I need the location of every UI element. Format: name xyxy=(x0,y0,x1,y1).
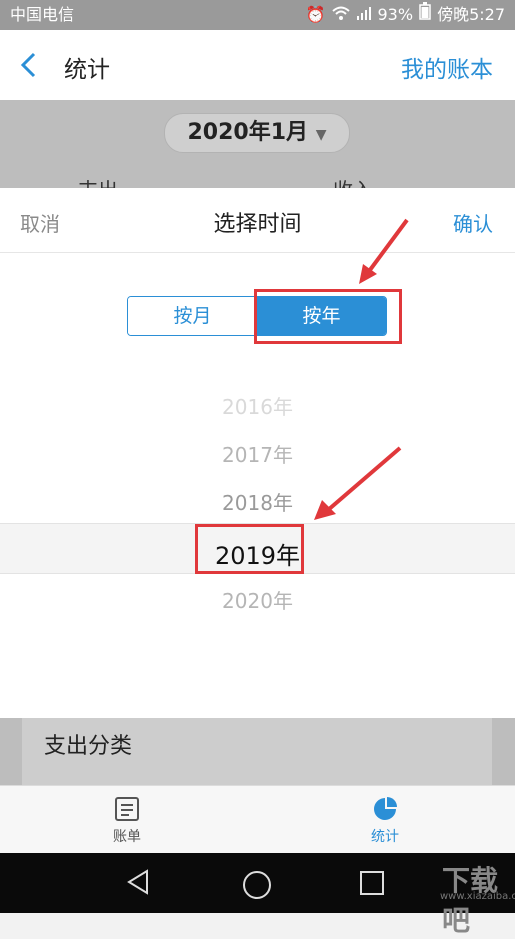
time-picker-sheet: 取消 选择时间 确认 按月 按年 2016年 2017年 2018年 2019年… xyxy=(0,188,515,718)
year-option[interactable]: 2020年 xyxy=(0,585,515,614)
tab-statistics[interactable]: 统计 xyxy=(345,796,425,846)
year-option[interactable]: 2018年 xyxy=(0,487,515,516)
carrier-label: 中国电信 xyxy=(10,5,75,24)
chevron-down-icon: ▼ xyxy=(315,127,327,143)
background-card-area: 支出分类 xyxy=(0,718,515,785)
sheet-title: 选择时间 xyxy=(213,212,302,237)
status-bar: 中国电信 ⏰ 93% 傍晚5:27 xyxy=(0,0,515,30)
background-content: 2020年1月 ▼ 支出 收入 xyxy=(0,100,515,190)
year-option[interactable]: 2017年 xyxy=(0,439,515,468)
back-icon[interactable] xyxy=(18,50,48,80)
wifi-icon xyxy=(331,0,350,30)
tab-bill-label: 账单 xyxy=(113,829,141,845)
nav-back-icon[interactable] xyxy=(125,868,151,900)
nav-recents-icon[interactable] xyxy=(360,871,384,895)
time-label: 傍晚5:27 xyxy=(437,5,505,24)
system-nav-bar: 下载吧 www.xiazaiba.com xyxy=(0,853,515,937)
app-header: 统计 我的账本 xyxy=(0,30,515,100)
tab-bill[interactable]: 账单 xyxy=(87,796,167,846)
alarm-icon: ⏰ xyxy=(305,5,326,24)
month-selector: 2020年1月 ▼ xyxy=(164,113,350,153)
segment-by-month[interactable]: 按月 xyxy=(128,297,257,335)
year-option[interactable]: 2016年 xyxy=(0,391,515,420)
status-right: ⏰ 93% 傍晚5:27 xyxy=(306,0,505,30)
tab-statistics-label: 统计 xyxy=(371,829,399,845)
nav-home-icon[interactable] xyxy=(243,871,271,899)
confirm-button[interactable]: 确认 xyxy=(453,208,493,237)
battery-icon xyxy=(419,0,431,30)
pie-chart-icon xyxy=(345,796,425,826)
expense-category-title: 支出分类 xyxy=(44,734,133,759)
highlight-box-by-year xyxy=(254,289,402,344)
watermark-url: www.xiazaiba.com xyxy=(440,891,515,902)
month-selector-label: 2020年1月 xyxy=(187,120,309,145)
sheet-toolbar: 取消 选择时间 确认 xyxy=(0,188,515,253)
bill-icon xyxy=(87,796,167,826)
highlight-box-selected-year xyxy=(195,524,304,574)
arrow-annotation xyxy=(314,446,402,520)
page-title: 统计 xyxy=(64,57,110,83)
battery-level: 93% xyxy=(377,5,414,24)
bottom-tab-bar: 账单 统计 xyxy=(0,785,515,854)
my-ledger-link[interactable]: 我的账本 xyxy=(401,50,493,84)
signal-icon xyxy=(356,0,372,30)
arrow-annotation xyxy=(359,218,409,284)
